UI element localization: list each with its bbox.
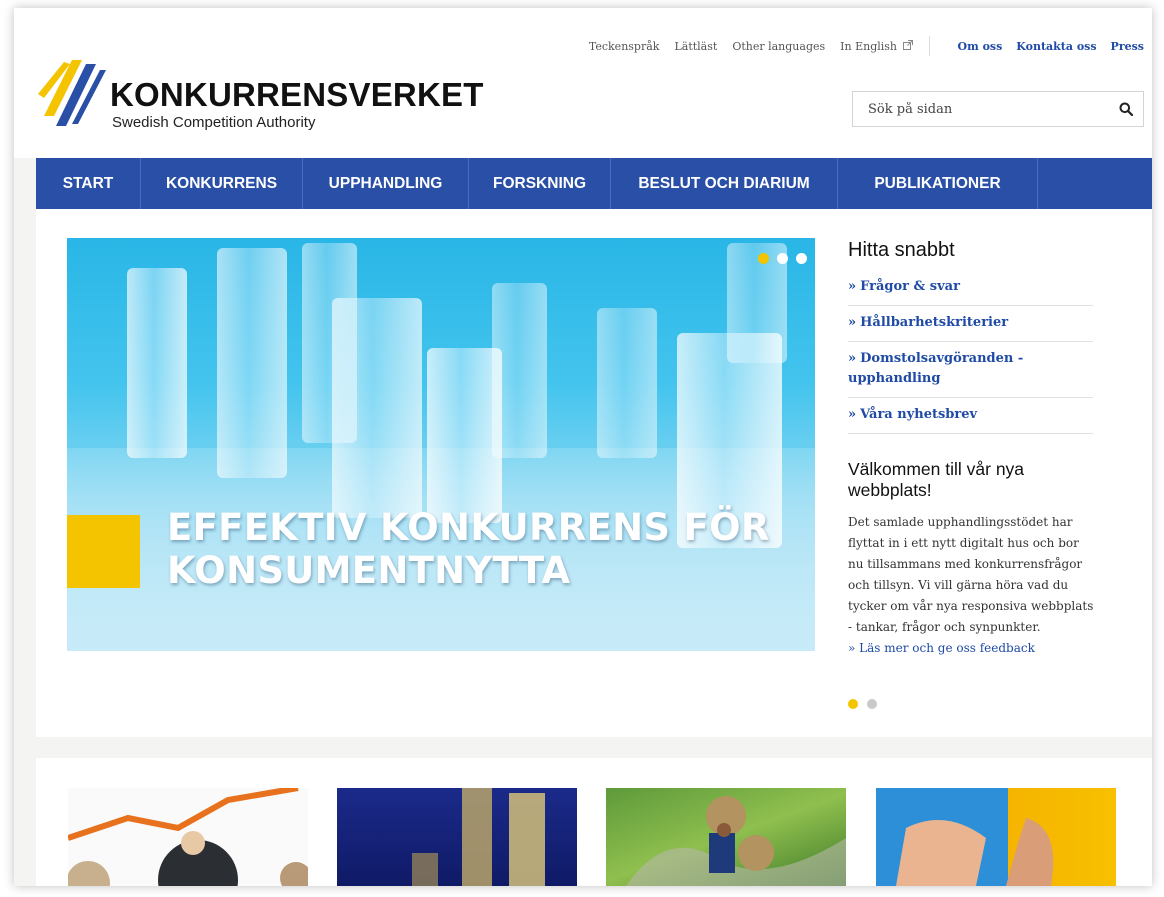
nav-item-upphandling[interactable]: UPPHANDLING: [303, 158, 469, 209]
double-chevron-icon: »: [848, 279, 857, 294]
quick-links-list: » Frågor & svar » Hållbarhetskriterier » Do…: [848, 270, 1093, 434]
teaser-image-3[interactable]: [606, 788, 846, 886]
nav-item-publikationer[interactable]: PUBLIKATIONER: [838, 158, 1038, 209]
chess-piece-image: [492, 283, 547, 458]
link-other-languages[interactable]: Other languages: [732, 40, 825, 53]
quick-link-label: Frågor & svar: [860, 279, 960, 294]
browser-page: KONKURRENSVERKET Swedish Competition Aut…: [14, 8, 1152, 886]
search-input[interactable]: [853, 92, 1093, 126]
chess-piece-image: [597, 308, 657, 458]
chess-piece-image: [427, 348, 502, 523]
quick-link-label: Våra nyhetsbrev: [860, 407, 978, 422]
hero-accent-block: [67, 515, 140, 588]
hero-title: EFFEKTIV KONKURRENS FÖR KONSUMENTNYTTA: [167, 506, 770, 592]
welcome-title: Välkommen till vår nya webbplats!: [848, 459, 1025, 500]
quick-link-sustainability[interactable]: » Hållbarhetskriterier: [848, 306, 1093, 342]
nav-item-konkurrens[interactable]: KONKURRENS: [141, 158, 303, 209]
hero-pagination: [750, 253, 807, 264]
welcome-feedback-link[interactable]: » Läs mer och ge oss feedback: [848, 638, 1098, 658]
double-chevron-icon: »: [848, 407, 857, 422]
nav-item-forskning[interactable]: FORSKNING: [469, 158, 611, 209]
double-chevron-icon: »: [848, 641, 860, 655]
link-in-english-label: In English: [840, 39, 898, 53]
main-navigation: START KONKURRENS UPPHANDLING FORSKNING B…: [36, 158, 1152, 209]
site-logo[interactable]: KONKURRENSVERKET Swedish Competition Aut…: [38, 54, 483, 134]
welcome-body: Det samlade upphandlingsstödet har flytt…: [848, 515, 1094, 634]
link-about-us[interactable]: Om oss: [958, 40, 1003, 53]
coins-image: [412, 788, 545, 886]
quick-links-title: Hitta snabbt: [848, 239, 955, 261]
double-chevron-icon: »: [848, 351, 857, 366]
quick-link-label: Domstolsavgöranden - upphandling: [848, 351, 1024, 386]
quick-link-label: Hållbarhetskriterier: [860, 315, 1009, 330]
link-sign-language[interactable]: Teckenspråk: [589, 40, 660, 53]
farmer-image: [626, 796, 846, 886]
external-link-icon: [902, 39, 913, 50]
hero-slider[interactable]: EFFEKTIV KONKURRENS FÖR KONSUMENTNYTTA: [67, 238, 815, 651]
chess-piece-image: [332, 298, 422, 518]
top-links-divider: [928, 36, 930, 56]
hero-dot-3[interactable]: [796, 253, 807, 264]
site-header: KONKURRENSVERKET Swedish Competition Aut…: [14, 8, 1152, 158]
hero-dot-2[interactable]: [777, 253, 788, 264]
main-content: EFFEKTIV KONKURRENS FÖR KONSUMENTNYTTA H…: [36, 209, 1152, 737]
welcome-link-label: Läs mer och ge oss feedback: [859, 641, 1035, 655]
chess-piece-image: [217, 248, 287, 478]
top-links: Teckenspråk Lättläst Other languages In …: [574, 36, 1144, 56]
link-easy-read[interactable]: Lättläst: [674, 40, 717, 53]
quick-link-newsletters[interactable]: » Våra nyhetsbrev: [848, 398, 1093, 434]
link-in-english[interactable]: In English: [840, 39, 913, 53]
link-contact-us[interactable]: Kontakta oss: [1016, 40, 1096, 53]
link-press[interactable]: Press: [1111, 40, 1144, 53]
logo-mark-icon: [38, 60, 106, 126]
site-search: [852, 91, 1144, 127]
search-icon[interactable]: [1119, 102, 1133, 116]
welcome-dot-2[interactable]: [867, 699, 877, 709]
logo-name: KONKURRENSVERKET: [110, 76, 484, 113]
nav-item-beslut-och-diarium[interactable]: BESLUT OCH DIARIUM: [611, 158, 838, 209]
hands-image: [896, 818, 1054, 886]
chart-people-image: [68, 788, 308, 886]
teaser-image-4[interactable]: [876, 788, 1116, 886]
welcome-notice: Välkommen till vår nya webbplats! Det sa…: [848, 459, 1098, 658]
nav-item-start[interactable]: START: [36, 158, 141, 209]
teaser-image-2[interactable]: [337, 788, 577, 886]
double-chevron-icon: »: [848, 315, 857, 330]
hero-dot-1[interactable]: [758, 253, 769, 264]
welcome-dot-1[interactable]: [848, 699, 858, 709]
quick-link-faq[interactable]: » Frågor & svar: [848, 270, 1093, 306]
teaser-row: [36, 758, 1152, 886]
logo-subtitle: Swedish Competition Authority: [112, 114, 316, 131]
quick-link-court-rulings[interactable]: » Domstolsavgöranden - upphandling: [848, 342, 1093, 398]
chess-piece-image: [127, 268, 187, 458]
teaser-image-1[interactable]: [68, 788, 308, 886]
quick-links: Hitta snabbt » Frågor & svar » Hållbarhets…: [848, 239, 1093, 434]
welcome-pagination: [848, 699, 886, 709]
